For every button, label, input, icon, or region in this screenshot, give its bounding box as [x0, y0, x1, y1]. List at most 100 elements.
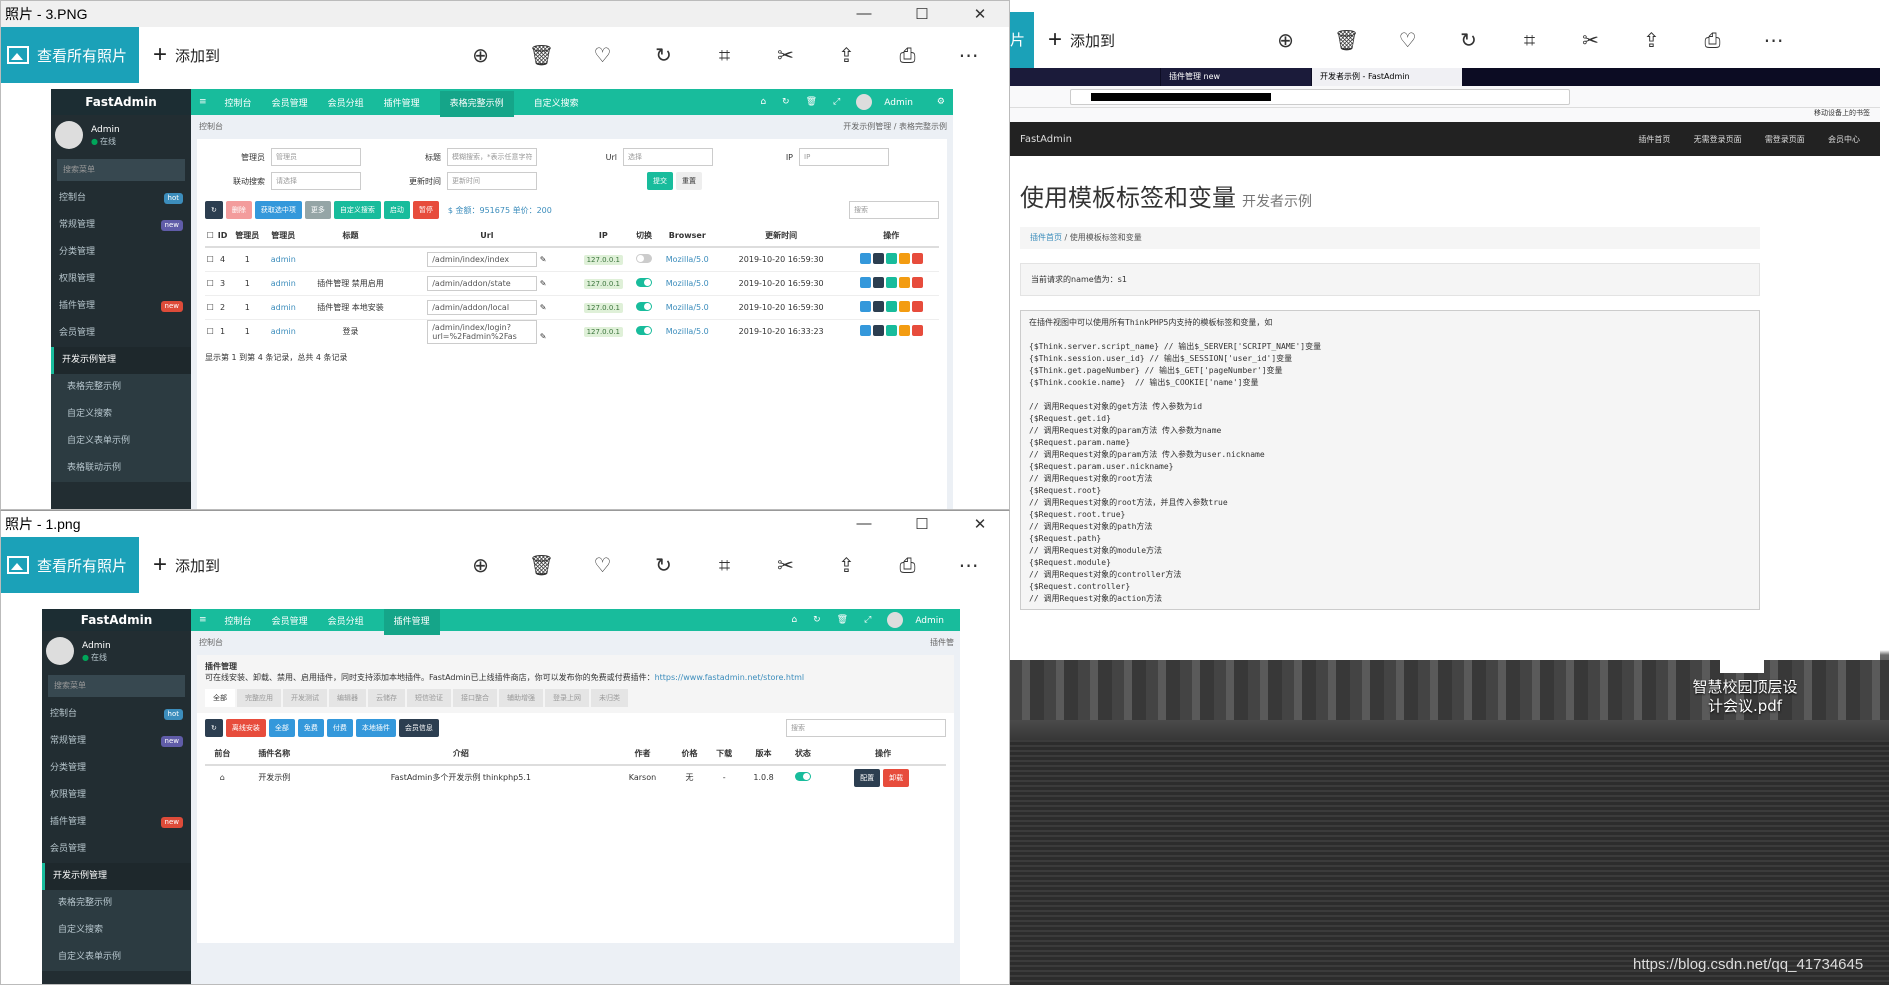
sidebar-item[interactable]: 分类管理 [42, 755, 191, 782]
sidebar-item[interactable]: 自定义表单示例 [51, 428, 191, 455]
edit-icon[interactable]: ✂ [755, 553, 816, 577]
minimize-icon[interactable]: — [835, 5, 893, 23]
sidebar-item[interactable]: 自定义搜索 [51, 401, 191, 428]
sidebar-item[interactable]: 权限管理 [42, 782, 191, 809]
sidebar-item[interactable]: 权限管理 [51, 266, 191, 293]
view-all-photos-button[interactable]: 查看所有照片 [1, 537, 139, 593]
logo[interactable]: FastAdmin [42, 609, 191, 631]
cell-browser[interactable]: Mozilla/5.0 [655, 318, 719, 344]
top-nav-item[interactable]: 会员管理 [272, 99, 308, 109]
share-icon[interactable]: ⇪ [816, 553, 877, 577]
zoom-icon[interactable]: ⊕ [450, 553, 511, 577]
cell-admin[interactable]: admin [264, 294, 302, 319]
column-header[interactable]: 状态 [785, 743, 821, 766]
edit-button[interactable] [885, 300, 897, 312]
category-tab[interactable]: 未归类 [591, 689, 628, 707]
sidebar-item[interactable]: 控制台 hot [42, 701, 191, 728]
fullscreen-icon[interactable]: ⤢ [833, 97, 840, 107]
top-nav-item[interactable]: 控制台 [225, 99, 252, 109]
delete-row-button[interactable] [911, 276, 923, 288]
column-header[interactable]: Browser [655, 225, 719, 248]
edit-url-icon[interactable]: ✎ [537, 332, 547, 341]
column-header[interactable]: 管理员 [264, 225, 302, 248]
admin-select[interactable]: 管理员 [271, 148, 361, 166]
sidebar-item[interactable]: 开发示例管理 [42, 863, 191, 890]
share-icon[interactable]: ⇪ [816, 43, 877, 67]
time-input[interactable]: 更新时间 [447, 172, 537, 190]
site-nav-item[interactable]: 会员中心 [1828, 135, 1860, 144]
column-header[interactable]: ID [215, 225, 230, 248]
rotate-icon[interactable]: ↻ [633, 43, 694, 67]
category-tab[interactable]: 编辑器 [329, 689, 366, 707]
cell-admin[interactable]: admin [264, 318, 302, 344]
edit-icon[interactable]: ✂ [755, 43, 816, 67]
home-icon[interactable]: ⌂ [205, 764, 240, 789]
column-header[interactable]: 插件名称 [239, 743, 309, 766]
category-tab[interactable]: 短信验证 [407, 689, 451, 707]
add-to-button[interactable]: + 添加到 [153, 551, 220, 579]
table-row[interactable]: ☐ 1 1 admin 登录/admin/index/login?url=%2Fadmi… [205, 318, 939, 344]
sidebar-item[interactable]: 插件管理 new [51, 293, 191, 320]
crop-icon[interactable]: ⌗ [694, 553, 755, 577]
column-header[interactable]: 下载 [706, 743, 742, 766]
view-button[interactable] [872, 300, 884, 312]
table-row[interactable]: ☐ 3 1 admin 插件管理 禁用启用/admin/addon/state ✎ 127… [205, 270, 939, 295]
category-tab[interactable]: 登录上网 [545, 689, 589, 707]
category-tab[interactable]: 全部 [205, 689, 235, 707]
sidebar-item[interactable]: 自定义搜索 [42, 917, 191, 944]
delete-row-button[interactable] [911, 325, 923, 336]
pause-button[interactable]: 暂停 [412, 201, 439, 219]
member-info-button[interactable]: 会员信息 [398, 719, 439, 737]
row-checkbox[interactable]: ☐ [205, 318, 216, 344]
column-header[interactable]: Url [399, 225, 575, 248]
home-icon[interactable]: ⌂ [791, 615, 797, 625]
filter-paid-button[interactable]: 付费 [326, 719, 353, 737]
switch-toggle[interactable] [635, 277, 652, 287]
more-icon[interactable]: ⋯ [938, 43, 999, 67]
menu-search-input[interactable]: 搜索菜单 [57, 159, 185, 181]
column-header[interactable]: 更新时间 [718, 225, 844, 248]
cell-url[interactable]: /admin/index/login?url=%2Fadmin%2Fas ✎ [399, 318, 575, 344]
offline-install-button[interactable]: 离线安装 [225, 719, 266, 737]
site-nav-item[interactable]: 需登录页面 [1765, 135, 1805, 144]
menu-search-input[interactable]: 搜索菜单 [48, 675, 185, 697]
sidebar-item[interactable]: 常规管理 new [42, 728, 191, 755]
sidebar-item[interactable]: 开发示例管理 [51, 347, 191, 374]
maximize-icon[interactable]: ☐ [893, 515, 951, 533]
add-to-button[interactable]: + 添加到 [153, 41, 220, 69]
category-tab[interactable]: 辅助增强 [499, 689, 543, 707]
print-icon[interactable]: ⎙ [877, 43, 938, 67]
cell-browser[interactable]: Mozilla/5.0 [655, 246, 719, 271]
edit-url-icon[interactable]: ✎ [537, 279, 547, 288]
category-tab[interactable]: 云储存 [368, 689, 405, 707]
browser-tab-active[interactable]: 开发者示例 - FastAdmin [1312, 68, 1462, 86]
top-nav-item[interactable]: 插件管理 [384, 99, 420, 109]
row-checkbox[interactable]: ☐ [205, 294, 216, 319]
top-nav-item[interactable]: 表格完整示例 [439, 90, 514, 117]
store-link[interactable]: https://www.fastadmin.net/store.html [655, 673, 805, 682]
edit-button[interactable] [885, 276, 897, 288]
column-header[interactable]: IP [574, 225, 633, 248]
refresh-icon[interactable]: ↻ [813, 615, 821, 625]
browser-tab[interactable] [1010, 68, 1160, 86]
sidebar-item[interactable]: 表格联动示例 [51, 455, 191, 482]
column-header[interactable]: 价格 [672, 743, 707, 766]
edit-url-icon[interactable]: ✎ [537, 255, 547, 264]
table-search-input[interactable]: 搜索 [786, 719, 946, 737]
top-nav-item[interactable]: 自定义搜索 [534, 99, 579, 109]
refresh-icon[interactable]: ↻ [782, 97, 790, 107]
top-nav-item[interactable]: 会员管理 [272, 617, 308, 627]
detail-button[interactable] [859, 276, 871, 288]
view-button[interactable] [872, 252, 884, 264]
filter-free-button[interactable]: 免费 [297, 719, 324, 737]
uninstall-button[interactable]: 卸载 [883, 768, 910, 787]
heart-icon[interactable]: ♡ [572, 553, 633, 577]
admin-menu[interactable]: Admin [856, 94, 921, 110]
rotate-icon[interactable]: ↻ [633, 553, 694, 577]
home-icon[interactable]: ⌂ [760, 97, 766, 107]
url-value[interactable]: /admin/index/login?url=%2Fadmin%2Fas [427, 319, 538, 344]
select-all-checkbox[interactable]: ☐ [205, 225, 216, 248]
cell-admin[interactable]: admin [264, 246, 302, 271]
linkage-select[interactable]: 请选择 [271, 172, 361, 190]
table-row[interactable]: ⌂ 开发示例 FastAdmin多个开发示例 thinkphp5.1 Karson 无 -… [205, 764, 946, 789]
